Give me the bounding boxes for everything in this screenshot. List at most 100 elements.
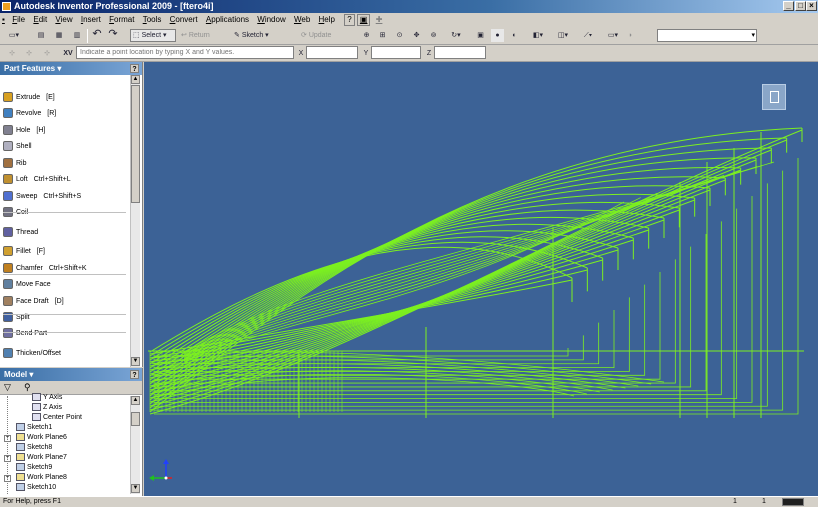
feature-revolve-button[interactable]: Revolve [R] — [3, 107, 56, 121]
sketch-button[interactable]: ✎ Sketch ▾ — [233, 29, 285, 42]
print-icon[interactable]: ▥ — [70, 29, 84, 42]
scroll-down-icon[interactable]: ▼ — [131, 484, 140, 493]
feature-thicken-offset-button[interactable]: Thicken/Offset — [3, 347, 67, 361]
undo-icon[interactable]: ↶ — [90, 28, 104, 41]
menu-format[interactable]: Format — [106, 13, 137, 27]
zoom-window-icon[interactable]: ⊞ — [376, 29, 389, 42]
menu-web[interactable]: Web — [291, 13, 313, 27]
menu-view[interactable]: View — [52, 13, 75, 27]
menu-window[interactable]: Window — [254, 13, 288, 27]
minimize-button[interactable]: _ — [783, 1, 794, 11]
tree-item[interactable]: Work Plane7 — [16, 453, 67, 463]
menu-insert[interactable]: Insert — [78, 13, 104, 27]
tree-item[interactable]: Work Plane8 — [16, 473, 67, 483]
slice-graphics-icon[interactable]: ⟋▾ — [577, 29, 599, 42]
camera-view-icon[interactable]: ◐ — [508, 29, 521, 42]
return-button[interactable]: ↩ Return — [180, 29, 222, 42]
model-help-icon[interactable]: ? — [130, 370, 139, 379]
redo-icon[interactable]: ↷ — [106, 28, 120, 41]
origin-icon[interactable]: ⊹ — [5, 47, 19, 60]
face-draft-icon — [3, 296, 13, 307]
feature-shell-button[interactable]: Shell — [3, 140, 38, 154]
menu-edit[interactable]: Edit — [30, 13, 50, 27]
menu-tools[interactable]: Tools — [140, 13, 165, 27]
precise-delta-icon[interactable]: ⊹ — [40, 47, 54, 60]
feature-rib-button[interactable]: Rib — [3, 157, 33, 171]
feature-label: Revolve — [16, 110, 42, 117]
feature-thread-button[interactable]: Thread — [3, 226, 44, 240]
panel-scrollbar[interactable]: ▲ ▼ — [130, 75, 140, 367]
wireframe-model — [148, 127, 804, 418]
tree-item[interactable]: Sketch10 — [16, 483, 56, 493]
x-input[interactable] — [306, 46, 358, 59]
pan-icon[interactable]: ✥ — [410, 29, 423, 42]
whats-this-help-icon[interactable]: ? — [344, 14, 355, 26]
y-input[interactable] — [371, 46, 421, 59]
open-file-icon[interactable]: ▤ — [34, 29, 48, 42]
shadow-icon[interactable]: ◫▾ — [552, 29, 574, 42]
tree-item[interactable]: Sketch9 — [16, 463, 52, 473]
coordinate-input-mode[interactable] — [76, 46, 294, 59]
feature-hole-button[interactable]: Hole [H] — [3, 124, 45, 138]
zoom-selected-icon[interactable]: ⊚ — [427, 29, 440, 42]
menu-convert[interactable]: Convert — [167, 13, 201, 27]
filter-icon[interactable]: ▽ — [4, 382, 11, 393]
style-dropdown[interactable]: ▾ — [657, 29, 757, 42]
hole-icon — [3, 125, 13, 136]
feature-shortcut: [H] — [36, 127, 46, 134]
update-button[interactable]: ⟳ Update — [300, 29, 348, 42]
menu-help[interactable]: Help — [316, 13, 338, 27]
display-mode-icon[interactable]: ◧▾ — [528, 29, 548, 42]
model-header[interactable]: Model ▾? — [0, 368, 142, 381]
add-icon[interactable]: ✚ — [373, 13, 386, 27]
scroll-up-icon[interactable]: ▲ — [131, 75, 140, 84]
feature-sweep-button[interactable]: Sweep Ctrl+Shift+S — [3, 190, 81, 204]
feature-coil-button[interactable]: Coil — [3, 206, 34, 220]
feature-bend-part-button[interactable]: Bend Part — [3, 327, 53, 341]
tree-item[interactable]: Center Point — [32, 413, 82, 423]
new-file-icon[interactable]: ▭▾ — [4, 29, 24, 42]
panel-help-icon[interactable]: ? — [130, 64, 139, 73]
tree-item[interactable]: Y Axis — [32, 393, 62, 403]
menu-applications[interactable]: Applications — [203, 13, 252, 27]
model-scrollbar[interactable]: ▲ ▼ — [130, 396, 140, 494]
scroll-thumb[interactable] — [131, 412, 140, 426]
wire-edge — [154, 348, 569, 357]
tree-item[interactable]: Sketch8 — [16, 443, 52, 453]
graphics-viewport[interactable] — [144, 62, 818, 496]
close-button[interactable]: × — [806, 1, 817, 11]
maximize-button[interactable]: □ — [795, 1, 806, 11]
y-label: Y — [363, 50, 369, 57]
viewcube-icon[interactable] — [762, 84, 786, 110]
feature-list: Extrude [E] Revolve [R] Hole [H] Shell Rib Loft C… — [0, 75, 142, 367]
relative-point-icon[interactable]: ⊹ — [22, 47, 36, 60]
z-input[interactable] — [434, 46, 486, 59]
standard-toolbar: ▭▾ ▤ ▦ ▥ ↶ ↷ ⬚ Select ▾ ↩ Return ✎ Sketc… — [0, 27, 818, 45]
feature-label: Rib — [16, 160, 27, 167]
save-icon[interactable]: ▦ — [52, 29, 66, 42]
tree-item[interactable]: Work Plane6 — [16, 433, 67, 443]
select-button[interactable]: ⬚ Select ▾ — [130, 29, 176, 42]
shaded-display-icon[interactable]: ● — [491, 29, 504, 42]
section-icon[interactable]: ◗ — [624, 29, 637, 42]
tree-item[interactable]: Z Axis — [32, 403, 62, 413]
rotate-icon[interactable]: ↻▾ — [446, 29, 466, 42]
tree-item[interactable]: Sketch1 — [16, 423, 52, 433]
menu-file[interactable]: File — [9, 13, 28, 27]
zoom-icon[interactable]: ⊙ — [393, 29, 406, 42]
document-icon[interactable]: ▪ — [2, 13, 7, 27]
feature-extrude-button[interactable]: Extrude [E] — [3, 91, 55, 105]
feature-face-draft-button[interactable]: Face Draft [D] — [3, 295, 64, 309]
scroll-up-icon[interactable]: ▲ — [131, 396, 140, 405]
scroll-thumb[interactable] — [131, 85, 140, 203]
zoom-all-icon[interactable]: ⊕ — [360, 29, 373, 42]
feature-fillet-button[interactable]: Fillet [F] — [3, 245, 45, 259]
analysis-icon[interactable]: ▭▾ — [602, 29, 624, 42]
part-features-header[interactable]: Part Features ▾? — [0, 62, 142, 75]
find-icon[interactable]: ⚲ — [24, 382, 31, 393]
look-at-icon[interactable]: ▣ — [474, 29, 487, 42]
scroll-down-icon[interactable]: ▼ — [131, 357, 140, 366]
feature-move-face-button[interactable]: Move Face — [3, 278, 57, 292]
feature-loft-button[interactable]: Loft Ctrl+Shift+L — [3, 173, 71, 187]
inventor-studio-icon[interactable]: ▣ — [356, 14, 371, 26]
